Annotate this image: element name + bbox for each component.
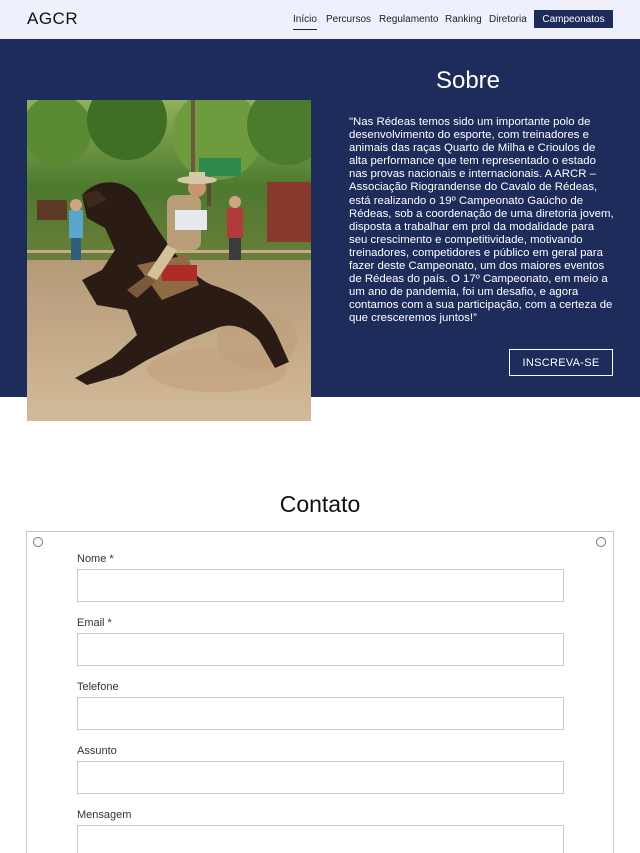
nav-regulamento[interactable]: Regulamento <box>379 14 438 25</box>
inscreva-se-button[interactable]: INSCREVA-SE <box>509 349 613 376</box>
email-input[interactable] <box>77 633 564 666</box>
email-label: Email * <box>77 617 112 629</box>
assunto-label: Assunto <box>77 745 117 757</box>
assunto-input[interactable] <box>77 761 564 794</box>
nav-percursos[interactable]: Percursos <box>326 14 371 25</box>
about-title: Sobre <box>435 67 501 94</box>
mensagem-textarea[interactable] <box>77 825 564 853</box>
about-text: "Nas Rédeas temos sido um importante pol… <box>349 116 614 325</box>
telefone-input[interactable] <box>77 697 564 730</box>
horse-rider-image <box>27 100 311 421</box>
nome-input[interactable] <box>77 569 564 602</box>
resize-handle-left-icon <box>33 537 43 547</box>
contact-title: Contato <box>279 491 361 517</box>
about-photo <box>27 100 311 421</box>
campeonatos-button[interactable]: Campeonatos <box>534 10 613 28</box>
mensagem-label: Mensagem <box>77 809 132 821</box>
telefone-label: Telefone <box>77 681 119 693</box>
site-header: AGCR Início Percursos Regulamento Rankin… <box>0 0 640 39</box>
resize-handle-right-icon <box>596 537 606 547</box>
site-logo[interactable]: AGCR <box>27 9 78 29</box>
nav-inicio[interactable]: Início <box>293 14 317 30</box>
nav-ranking[interactable]: Ranking <box>445 14 482 25</box>
nome-label: Nome * <box>77 553 114 565</box>
nav-diretoria[interactable]: Diretoria <box>489 14 527 25</box>
